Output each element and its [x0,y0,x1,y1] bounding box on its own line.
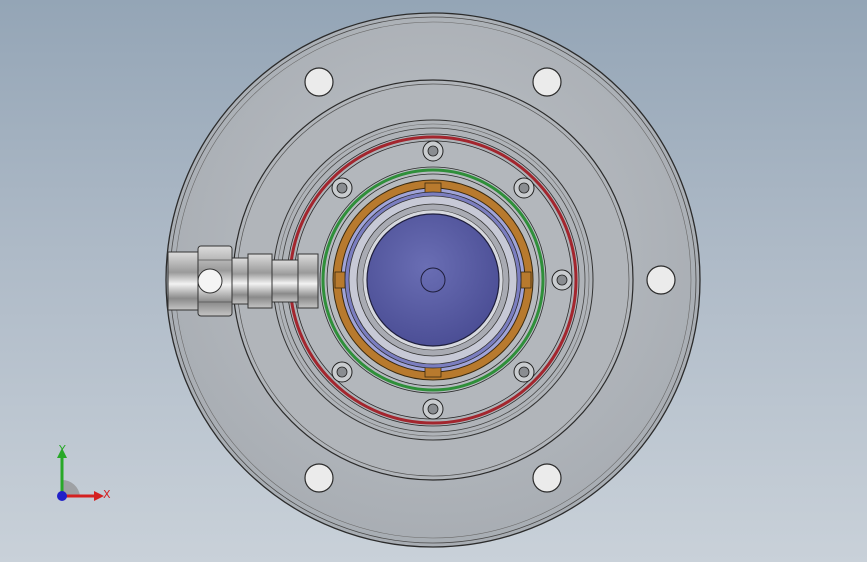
screw-head [513,177,535,199]
bolt-hole [304,67,334,97]
cad-model-top-view[interactable] [0,0,867,562]
screw-head [331,361,353,383]
screw-head [422,398,444,420]
x-axis-label: X [103,488,111,501]
bolt-hole [304,463,334,493]
screw-head [422,140,444,162]
screw-head [551,269,573,291]
screw-head [331,177,353,199]
3d-viewport[interactable]: Y X [0,0,867,562]
y-axis-label: Y [58,443,66,456]
bolt-hole [532,67,562,97]
bolt-hole [646,265,676,295]
bolt-hole [532,463,562,493]
screw-head [513,361,535,383]
shaft [366,213,500,347]
coordinate-triad: Y X [57,443,111,501]
